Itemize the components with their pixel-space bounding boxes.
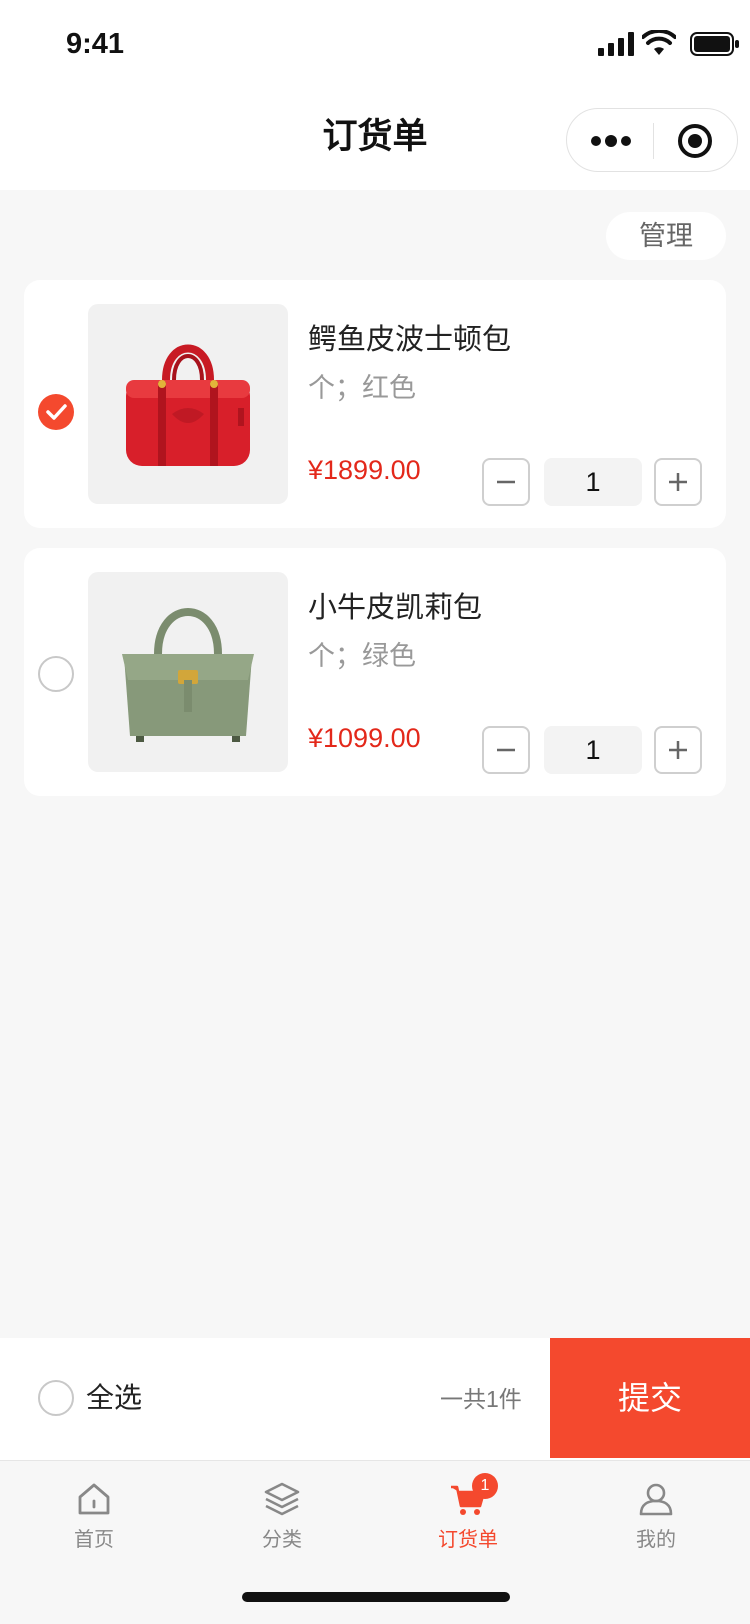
red-handbag-image <box>126 344 250 466</box>
plus-icon <box>669 741 687 759</box>
total-count: 一共1件 <box>440 1386 522 1412</box>
product-price: ¥1099.00 <box>308 723 421 753</box>
submit-button[interactable]: 提交 <box>550 1338 750 1458</box>
check-icon <box>46 404 67 420</box>
wifi-icon <box>642 30 676 55</box>
user-icon <box>639 1483 673 1516</box>
home-indicator <box>242 1592 510 1602</box>
signal-icon <box>598 32 634 56</box>
cart-item: 小牛皮凯莉包 个；绿色 ¥1099.00 1 <box>24 548 726 796</box>
tab-label: 首页 <box>74 1529 114 1551</box>
product-image[interactable] <box>88 304 288 504</box>
minus-icon <box>497 480 515 484</box>
quantity-input[interactable]: 1 <box>544 726 642 774</box>
product-name: 小牛皮凯莉包 <box>308 592 483 624</box>
minus-icon <box>497 748 515 752</box>
tab-category[interactable]: 分类 <box>222 1479 342 1569</box>
product-spec: 个；红色 <box>308 373 416 403</box>
tab-home[interactable]: 首页 <box>34 1479 154 1569</box>
item-checkbox-unchecked[interactable] <box>38 656 74 692</box>
select-all-checkbox[interactable] <box>38 1380 74 1416</box>
decrease-button[interactable] <box>482 458 530 506</box>
cart-item: 鳄鱼皮波士顿包 个；红色 ¥1899.00 1 <box>24 280 726 528</box>
status-time: 9:41 <box>66 28 125 60</box>
product-name: 鳄鱼皮波士顿包 <box>308 324 512 356</box>
increase-button[interactable] <box>654 726 702 774</box>
green-handbag-image <box>122 608 254 742</box>
tab-label: 订货单 <box>438 1529 498 1551</box>
tab-mine[interactable]: 我的 <box>596 1479 716 1569</box>
tab-label: 我的 <box>636 1529 676 1551</box>
home-icon <box>78 1483 110 1515</box>
increase-button[interactable] <box>654 458 702 506</box>
capsule-divider <box>653 123 654 159</box>
mini-program-capsule <box>566 108 738 172</box>
decrease-button[interactable] <box>482 726 530 774</box>
cart-badge: 1 <box>472 1473 498 1499</box>
quantity-input[interactable]: 1 <box>544 458 642 506</box>
select-all-label[interactable]: 全选 <box>86 1380 142 1416</box>
manage-button[interactable]: 管理 <box>606 212 726 260</box>
tab-order-list[interactable]: 1 订货单 <box>408 1473 528 1569</box>
layers-icon <box>264 1482 300 1516</box>
product-spec: 个；绿色 <box>308 641 416 671</box>
checkout-bar: 全选 一共1件 提交 <box>0 1338 750 1460</box>
item-checkbox-checked[interactable] <box>38 394 74 430</box>
top-bar: 9:41 订货单 <box>0 0 750 190</box>
battery-icon <box>690 32 739 56</box>
product-image[interactable] <box>88 572 288 772</box>
more-icon[interactable] <box>589 129 633 153</box>
product-price: ¥1899.00 <box>308 455 421 485</box>
close-target-icon[interactable] <box>677 123 713 159</box>
plus-icon <box>669 473 687 491</box>
tab-label: 分类 <box>262 1529 302 1551</box>
